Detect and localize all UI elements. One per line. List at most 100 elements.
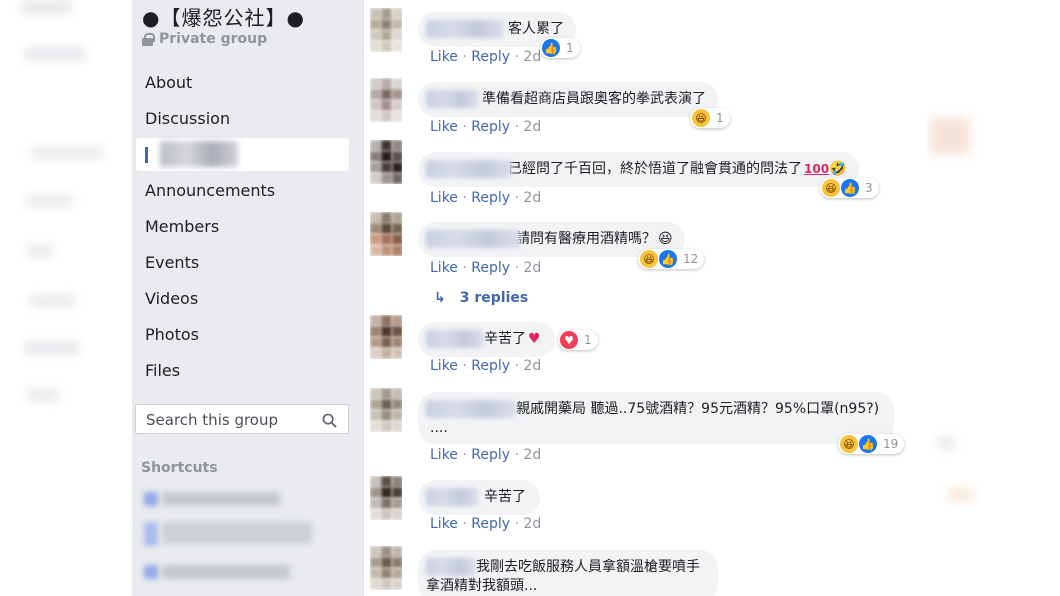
reply-link[interactable]: Reply <box>471 49 510 65</box>
commenter-name[interactable] <box>426 230 520 248</box>
comment-time[interactable]: 2d <box>523 358 541 374</box>
reply-link[interactable]: Reply <box>471 260 510 276</box>
emoji: 😆 <box>658 231 673 247</box>
reply-link[interactable]: Reply <box>471 190 510 206</box>
group-name[interactable]: ●【爆怨公社】● <box>142 2 305 31</box>
privacy-label: Private group <box>142 31 267 47</box>
avatar[interactable] <box>370 546 402 590</box>
comment-text: 辛苦了 <box>484 331 526 347</box>
commenter-name[interactable] <box>426 330 484 348</box>
reaction-summary[interactable]: ♥ 1 <box>558 330 598 350</box>
comment-time[interactable]: 2d <box>523 190 541 206</box>
avatar[interactable] <box>370 140 402 184</box>
comment-text: 請問有醫療用酒精嗎？ <box>516 231 656 247</box>
nav-videos[interactable]: Videos <box>145 289 198 308</box>
comment-actions: Like · Reply · 2d <box>430 447 542 463</box>
commenter-name[interactable] <box>426 160 512 178</box>
comment-actions: Like · Reply · 2d <box>430 190 542 206</box>
avatar[interactable] <box>370 78 402 122</box>
like-link[interactable]: Like <box>430 516 458 532</box>
nav-photos[interactable]: Photos <box>145 325 199 344</box>
like-link[interactable]: Like <box>430 49 458 65</box>
commenter-name[interactable] <box>426 90 478 108</box>
haha-reaction-icon: 😆 <box>692 109 710 127</box>
avatar[interactable] <box>370 388 402 432</box>
like-link[interactable]: Like <box>430 447 458 463</box>
commenter-name[interactable] <box>426 488 478 506</box>
comment-actions: Like · Reply · 2d <box>430 49 542 65</box>
nav-discussion[interactable]: Discussion <box>145 109 230 128</box>
group-sidebar: ●【爆怨公社】● Private group About Discussion … <box>132 0 364 596</box>
reply-link[interactable]: Reply <box>471 119 510 135</box>
comment-text: 我剛去吃飯服務人員拿額溫槍要噴手 <box>476 559 700 575</box>
avatar[interactable] <box>370 315 402 359</box>
reaction-summary[interactable]: 😆 👍 3 <box>820 178 879 198</box>
nav-events[interactable]: Events <box>145 253 199 272</box>
nav-about[interactable]: About <box>145 73 192 92</box>
comment-text-line2: .... <box>430 420 448 436</box>
avatar[interactable] <box>370 8 402 52</box>
nav-selected-item[interactable] <box>136 138 349 171</box>
comment-actions: Like · Reply · 2d <box>430 260 542 276</box>
comment-time[interactable]: 2d <box>523 260 541 276</box>
replies-count[interactable]: 3 replies <box>460 290 528 306</box>
comment-time[interactable]: 2d <box>523 49 541 65</box>
lock-icon <box>142 32 155 46</box>
like-reaction-icon: 👍 <box>542 39 560 57</box>
reply-link[interactable]: Reply <box>471 358 510 374</box>
reaction-summary[interactable]: 😆 👍 12 <box>638 249 705 269</box>
comment-bubble: 準備看超商店員跟奧客的拳武表演了 <box>418 82 718 117</box>
commenter-name[interactable] <box>426 20 504 38</box>
privacy-text: Private group <box>159 31 268 47</box>
comment-text: 辛苦了 <box>484 489 526 505</box>
search-input[interactable]: Search this group <box>146 411 278 429</box>
nav-files[interactable]: Files <box>145 361 180 380</box>
haha-reaction-icon: 😆 <box>840 435 858 453</box>
avatar[interactable] <box>370 476 402 520</box>
comment-list: 客人累了 👍 1 Like · Reply · 2d 準備看超商店員跟奧客的拳武表… <box>364 0 926 596</box>
comment-bubble: 辛苦了 ♥ <box>418 322 555 357</box>
shortcuts-heading: Shortcuts <box>141 460 218 476</box>
commenter-name[interactable] <box>426 558 476 576</box>
commenter-name[interactable] <box>426 400 516 418</box>
facebook-group-window: ●【爆怨公社】● Private group About Discussion … <box>132 0 926 596</box>
comment-actions: Like · Reply · 2d <box>430 516 542 532</box>
like-link[interactable]: Like <box>430 260 458 276</box>
nav-members[interactable]: Members <box>145 217 219 236</box>
like-link[interactable]: Like <box>430 358 458 374</box>
reply-arrow-icon: ↳ <box>434 290 446 306</box>
comment-text: 準備看超商店員跟奧客的拳武表演了 <box>482 91 706 107</box>
comment-time[interactable]: 2d <box>523 516 541 532</box>
avatar[interactable] <box>370 212 402 256</box>
like-reaction-icon: 👍 <box>859 435 877 453</box>
like-reaction-icon: 👍 <box>659 250 677 268</box>
comment-bubble: 親戚開藥局 聽過..75號酒精？95元酒精？95%口罩(n95?) .... <box>418 392 894 444</box>
selected-indicator <box>145 147 148 163</box>
view-replies-link[interactable]: ↳ 3 replies <box>434 290 528 306</box>
pixelated-label <box>160 141 238 167</box>
comment-time[interactable]: 2d <box>523 119 541 135</box>
comment-text: 客人累了 <box>508 21 564 37</box>
like-reaction-icon: 👍 <box>841 179 859 197</box>
reaction-summary[interactable]: 👍 1 <box>540 38 580 58</box>
group-search-box[interactable]: Search this group <box>135 404 349 434</box>
reaction-summary[interactable]: 😆 👍 19 <box>838 434 905 454</box>
reply-link[interactable]: Reply <box>471 516 510 532</box>
comment-text: 已經問了千百回，終於悟道了融會貫通的問法了 <box>508 161 802 177</box>
reply-link[interactable]: Reply <box>471 447 510 463</box>
like-link[interactable]: Like <box>430 190 458 206</box>
comment-bubble: 我剛去吃飯服務人員拿額溫槍要噴手 拿酒精對我額頭... <box>418 550 718 596</box>
comment-actions: Like · Reply · 2d <box>430 358 542 374</box>
emoji: 100🤣 <box>804 161 847 177</box>
comment-actions: Like · Reply · 2d <box>430 119 542 135</box>
haha-reaction-icon: 😆 <box>640 250 658 268</box>
heart-emoji: ♥ <box>528 331 541 347</box>
comment-bubble: 辛苦了 <box>418 480 540 515</box>
like-link[interactable]: Like <box>430 119 458 135</box>
reaction-summary[interactable]: 😆 1 <box>690 108 730 128</box>
nav-announcements[interactable]: Announcements <box>145 181 275 200</box>
comment-text-line2: 拿酒精對我額頭... <box>426 578 538 594</box>
comment-time[interactable]: 2d <box>523 447 541 463</box>
search-icon[interactable] <box>322 413 337 428</box>
haha-reaction-icon: 😆 <box>822 179 840 197</box>
